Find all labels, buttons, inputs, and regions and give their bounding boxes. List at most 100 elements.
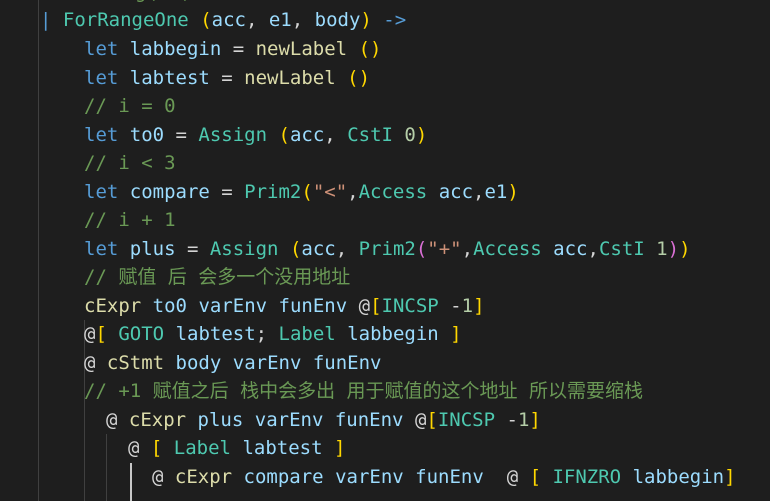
- code-line[interactable]: // i + 1: [84, 206, 176, 235]
- code-token: (: [415, 238, 428, 260]
- code-token: ]: [724, 466, 736, 488]
- code-token: ): [415, 124, 428, 146]
- code-token: [: [529, 466, 542, 488]
- code-token: [: [370, 295, 382, 317]
- code-line[interactable]: // i < 3: [84, 149, 176, 178]
- code-token: CstI: [347, 124, 393, 146]
- code-token: // i < 3: [84, 152, 176, 174]
- code-token: ]: [450, 323, 462, 345]
- code-token: varEnv: [198, 295, 268, 317]
- code-line[interactable]: @ cExpr compare varEnv funEnv @ [ IFNZRO…: [152, 463, 736, 492]
- code-token: 1: [656, 238, 668, 260]
- code-token: |: [40, 9, 63, 31]
- code-token: @: [483, 466, 530, 488]
- code-token: g(: [135, 0, 158, 3]
- code-token: (: [278, 124, 290, 146]
- code-line[interactable]: let compare = Prim2("<",Access acc,e1): [84, 178, 519, 207]
- code-line[interactable]: @ [ Label labtest ]: [128, 434, 345, 463]
- code-token: ;: [255, 323, 279, 345]
- code-token: -: [495, 409, 518, 431]
- code-token: Access: [473, 238, 542, 260]
- code-token: ,: [291, 9, 315, 31]
- code-line[interactable]: @[ GOTO labtest; Label labbegin ]: [84, 320, 462, 349]
- code-token: (): [358, 38, 382, 60]
- code-editor[interactable]: // ... g( )| ForRangeOne (acc, e1, body)…: [0, 0, 770, 501]
- code-token: @: [403, 409, 427, 431]
- code-token: Assign: [209, 238, 279, 260]
- indent-guide: [106, 434, 107, 501]
- code-token: labtest: [242, 437, 323, 459]
- code-line[interactable]: | ForRangeOne (acc, e1, body) ->: [40, 6, 418, 35]
- code-token: to0: [129, 124, 165, 146]
- code-token: plus: [129, 238, 176, 260]
- code-token: acc: [211, 9, 246, 31]
- code-token: labbegin: [129, 38, 222, 60]
- code-line[interactable]: // +1 赋值之后 栈中会多出 用于赋值的这个地址 所以需要缩栈: [84, 377, 643, 406]
- code-token: ]: [473, 295, 485, 317]
- code-line[interactable]: cExpr to0 varEnv funEnv @[INCSP -1]: [84, 292, 485, 321]
- code-token: acc: [438, 181, 474, 203]
- code-token: ,: [587, 238, 599, 260]
- code-token: labtest: [129, 67, 210, 89]
- code-token: Label: [173, 437, 231, 459]
- code-token: @: [106, 409, 129, 431]
- code-token: [: [426, 409, 438, 431]
- code-token: labbegin: [347, 323, 439, 345]
- code-line[interactable]: let plus = Assign (acc, Prim2("+",Access…: [84, 235, 691, 264]
- code-token: ]: [529, 409, 541, 431]
- code-token: (: [289, 238, 302, 260]
- code-line[interactable]: @ cStmt body varEnv funEnv: [84, 349, 382, 378]
- code-token: INCSP: [381, 295, 439, 317]
- code-token: ...: [78, 0, 112, 3]
- code-token: (: [200, 9, 212, 31]
- code-line[interactable]: let labbegin = newLabel (): [84, 35, 381, 64]
- code-token: ): [360, 9, 372, 31]
- code-token: newLabel: [255, 38, 348, 60]
- code-line[interactable]: let to0 = Assign (acc, CstI 0): [84, 121, 427, 150]
- code-token: // 赋值 后 会多一个没用地址: [84, 266, 351, 288]
- code-token: body: [314, 9, 361, 31]
- code-token: ,: [473, 181, 485, 203]
- code-token: @: [84, 323, 96, 345]
- code-token: // i = 0: [84, 95, 176, 117]
- code-token: e1: [268, 9, 292, 31]
- code-token: to0: [152, 295, 187, 317]
- code-token: INCSP: [437, 409, 496, 431]
- code-token: 0: [404, 124, 416, 146]
- code-line[interactable]: // i = 0: [84, 92, 176, 121]
- code-line[interactable]: let labtest = newLabel (): [84, 64, 370, 93]
- code-token: cStmt: [106, 352, 165, 374]
- code-token: ForRangeOne: [62, 9, 189, 31]
- code-token: ->: [371, 9, 418, 31]
- code-token: Access: [358, 181, 428, 203]
- code-token: 1: [461, 295, 474, 317]
- code-line[interactable]: @ cExpr plus varEnv funEnv @[INCSP -1]: [106, 406, 541, 435]
- code-token: @: [152, 466, 175, 488]
- code-line[interactable]: // 赋值 后 会多一个没用地址: [84, 263, 350, 292]
- code-token: funEnv: [312, 352, 382, 374]
- code-token: 1: [517, 409, 530, 431]
- code-token: (): [347, 67, 371, 89]
- code-token: funEnv: [334, 409, 404, 431]
- code-token: =: [209, 67, 245, 89]
- code-token: [: [95, 323, 107, 345]
- code-token: funEnv: [415, 466, 484, 488]
- code-token: labtest: [175, 323, 256, 345]
- code-token: cExpr: [128, 409, 187, 431]
